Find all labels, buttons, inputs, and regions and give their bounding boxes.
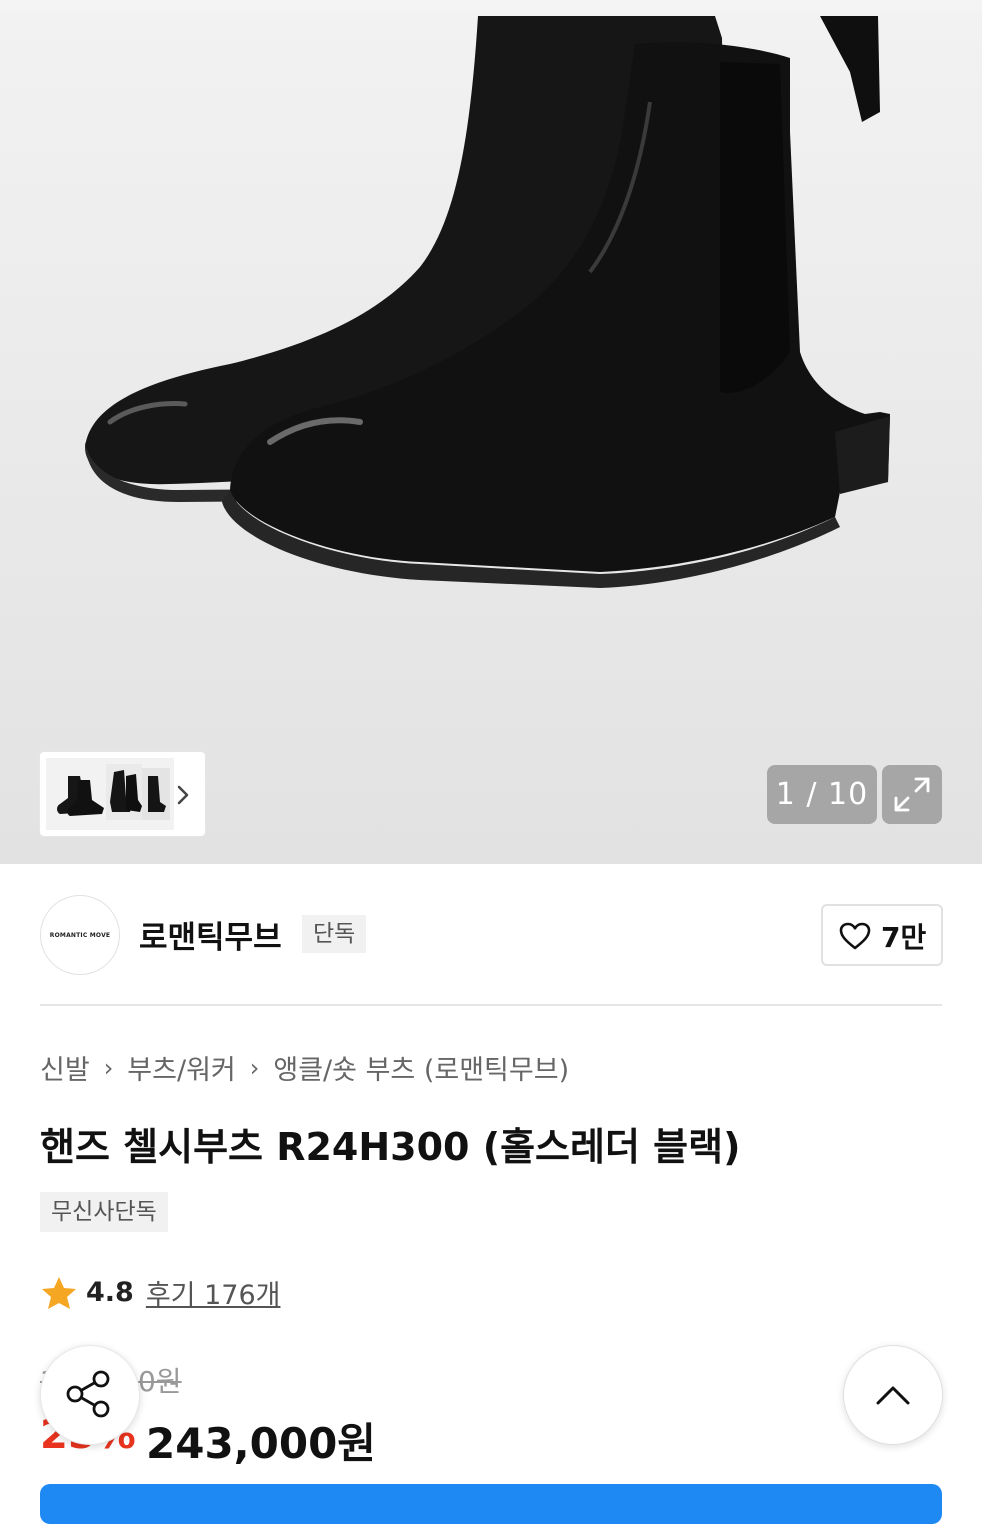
status-strip: [0, 0, 982, 12]
breadcrumb: 신발 › 부츠/워커 › 앵클/숏 부츠 (로맨틱무브): [40, 1048, 569, 1087]
expand-arrows-icon: [894, 777, 930, 812]
rating-value: 4.8: [86, 1277, 134, 1308]
chevron-right-icon: ›: [103, 1053, 114, 1082]
breadcrumb-item-ankle-boots[interactable]: 앵클/숏 부츠 (로맨틱무브): [273, 1048, 569, 1087]
share-button[interactable]: [40, 1345, 140, 1445]
expand-button[interactable]: [882, 765, 942, 824]
brand-exclusive-tag: 단독: [302, 915, 367, 953]
image-counter: 1 / 10: [767, 765, 877, 824]
reviews-link[interactable]: 후기 176개: [146, 1273, 281, 1312]
product-image: [85, 16, 890, 588]
rating-summary: 4.8 후기 176개: [40, 1273, 280, 1312]
breadcrumb-item-boots[interactable]: 부츠/워커: [127, 1048, 235, 1087]
thumbnail-image[interactable]: [46, 758, 174, 830]
like-count: 7만: [881, 921, 927, 954]
exclusive-badge: 무신사단독: [40, 1192, 168, 1232]
scroll-top-button[interactable]: [843, 1345, 943, 1445]
product-title: 핸즈 첼시부츠 R24H300 (홀스레더 블랙): [40, 1125, 741, 1169]
thumbnail-strip[interactable]: [40, 752, 205, 836]
brand-name[interactable]: 로맨틱무브: [139, 912, 282, 957]
brand-logo[interactable]: ROMANTIC MOVE: [40, 895, 120, 975]
breadcrumb-item-shoes[interactable]: 신발: [40, 1048, 90, 1087]
product-image-gallery[interactable]: 1 / 10: [0, 12, 982, 864]
heart-outline-icon: [839, 922, 871, 950]
purchase-button[interactable]: [40, 1484, 942, 1524]
share-icon: [66, 1370, 110, 1418]
star-icon: [42, 1276, 76, 1309]
chevron-right-icon: ›: [249, 1053, 260, 1082]
divider: [40, 1004, 942, 1006]
chevron-up-icon: [876, 1386, 910, 1405]
chevron-right-icon[interactable]: [174, 780, 192, 810]
sale-price: 243,000원: [146, 1419, 376, 1468]
like-button[interactable]: 7만: [821, 904, 943, 966]
